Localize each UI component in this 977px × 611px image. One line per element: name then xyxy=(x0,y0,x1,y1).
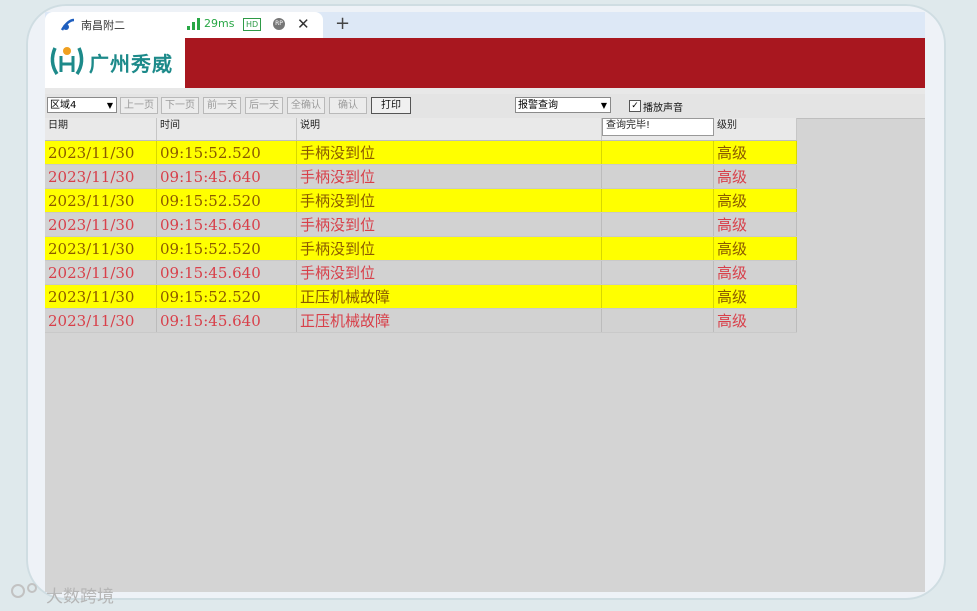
alarm-table: 日期 时间 说明 查询完毕! 级别 2023/11/30 09:15:52.520… xyxy=(45,118,797,333)
header-time[interactable]: 时间 xyxy=(157,118,297,140)
row-description: 正压机械故障 xyxy=(297,285,602,308)
row-time: 09:15:52.520 xyxy=(157,285,297,308)
row-date: 2023/11/30 xyxy=(45,237,157,260)
row-description: 手柄没到位 xyxy=(297,189,602,212)
row-description: 正压机械故障 xyxy=(297,309,602,332)
record-icon[interactable]: RP xyxy=(273,18,285,30)
row-date: 2023/11/30 xyxy=(45,261,157,284)
table-row[interactable]: 2023/11/30 09:15:45.640 正压机械故障 高级 xyxy=(45,309,797,333)
row-level: 高级 xyxy=(714,165,797,188)
table-row[interactable]: 2023/11/30 09:15:45.640 手柄没到位 高级 xyxy=(45,261,797,285)
table-row[interactable]: 2023/11/30 09:15:45.640 手柄没到位 高级 xyxy=(45,213,797,237)
row-description: 手柄没到位 xyxy=(297,237,602,260)
table-row[interactable]: 2023/11/30 09:15:45.640 手柄没到位 高级 xyxy=(45,165,797,189)
row-time: 09:15:45.640 xyxy=(157,213,297,236)
device-frame: 南昌附二 29ms HD RP ✕ + 广州秀威 区域4 ▼ 上一页 下一页 前… xyxy=(26,4,946,600)
row-blank xyxy=(602,213,714,236)
next-day-button[interactable]: 后一天 xyxy=(245,97,283,114)
row-time: 09:15:45.640 xyxy=(157,165,297,188)
confirm-all-button[interactable]: 全确认 xyxy=(287,97,325,114)
row-description: 手柄没到位 xyxy=(297,213,602,236)
browser-tab-active[interactable]: 南昌附二 29ms HD RP ✕ xyxy=(45,12,323,38)
query-select-value: 报警查询 xyxy=(518,100,558,111)
watermark-logo-icon xyxy=(11,583,37,598)
table-row[interactable]: 2023/11/30 09:15:52.520 手柄没到位 高级 xyxy=(45,141,797,165)
confirm-button[interactable]: 确认 xyxy=(329,97,367,114)
row-blank xyxy=(602,237,714,260)
row-date: 2023/11/30 xyxy=(45,213,157,236)
table-row[interactable]: 2023/11/30 09:15:52.520 手柄没到位 高级 xyxy=(45,237,797,261)
row-level: 高级 xyxy=(714,213,797,236)
logo-text: 广州秀威 xyxy=(89,52,173,76)
tab-title: 南昌附二 xyxy=(81,19,125,32)
row-description: 手柄没到位 xyxy=(297,165,602,188)
row-time: 09:15:52.520 xyxy=(157,237,297,260)
row-time: 09:15:52.520 xyxy=(157,141,297,164)
header-level[interactable]: 级别 xyxy=(714,118,797,140)
row-date: 2023/11/30 xyxy=(45,189,157,212)
chevron-down-icon: ▼ xyxy=(106,101,113,110)
watermark-text: 大数跨境 xyxy=(46,587,114,607)
row-date: 2023/11/30 xyxy=(45,285,157,308)
row-blank xyxy=(602,165,714,188)
row-time: 09:15:45.640 xyxy=(157,309,297,332)
row-blank xyxy=(602,141,714,164)
row-blank xyxy=(602,285,714,308)
header-date[interactable]: 日期 xyxy=(45,118,157,140)
ping-readout: 29ms xyxy=(204,17,235,30)
row-level: 高级 xyxy=(714,141,797,164)
row-date: 2023/11/30 xyxy=(45,141,157,164)
row-time: 09:15:52.520 xyxy=(157,189,297,212)
screen: 南昌附二 29ms HD RP ✕ + 广州秀威 区域4 ▼ 上一页 下一页 前… xyxy=(45,12,925,592)
hd-badge[interactable]: HD xyxy=(243,18,262,31)
row-date: 2023/11/30 xyxy=(45,165,157,188)
row-level: 高级 xyxy=(714,309,797,332)
logo: 广州秀威 xyxy=(45,38,185,88)
next-page-button[interactable]: 下一页 xyxy=(161,97,199,114)
chevron-down-icon: ▼ xyxy=(600,101,607,110)
row-level: 高级 xyxy=(714,261,797,284)
prev-page-button[interactable]: 上一页 xyxy=(120,97,158,114)
toolbar: 区域4 ▼ 上一页 下一页 前一天 后一天 全确认 确认 打印 报警查询 ▼ ✓… xyxy=(45,94,925,119)
header-desc[interactable]: 说明 xyxy=(297,118,602,140)
new-tab-button[interactable]: + xyxy=(335,13,350,34)
row-level: 高级 xyxy=(714,285,797,308)
row-blank xyxy=(602,309,714,332)
table-row[interactable]: 2023/11/30 09:15:52.520 正压机械故障 高级 xyxy=(45,285,797,309)
close-icon[interactable]: ✕ xyxy=(297,15,310,33)
area-select-value: 区域4 xyxy=(50,100,77,111)
row-time: 09:15:45.640 xyxy=(157,261,297,284)
play-sound-checkbox[interactable]: ✓ xyxy=(629,100,641,112)
table-row[interactable]: 2023/11/30 09:15:52.520 手柄没到位 高级 xyxy=(45,189,797,213)
row-description: 手柄没到位 xyxy=(297,141,602,164)
query-select[interactable]: 报警查询 ▼ xyxy=(515,97,611,113)
table-body: 2023/11/30 09:15:52.520 手柄没到位 高级 2023/11/30 0… xyxy=(45,141,797,333)
print-button[interactable]: 打印 xyxy=(371,97,411,114)
row-blank xyxy=(602,261,714,284)
row-level: 高级 xyxy=(714,189,797,212)
row-blank xyxy=(602,189,714,212)
company-logo-icon xyxy=(50,47,84,75)
row-level: 高级 xyxy=(714,237,797,260)
row-date: 2023/11/30 xyxy=(45,309,157,332)
table-header: 日期 时间 说明 查询完毕! 级别 xyxy=(45,118,797,141)
area-select[interactable]: 区域4 ▼ xyxy=(47,97,117,113)
signal-icon xyxy=(187,18,200,30)
query-status: 查询完毕! xyxy=(602,118,714,136)
prev-day-button[interactable]: 前一天 xyxy=(203,97,241,114)
row-description: 手柄没到位 xyxy=(297,261,602,284)
app-logo-icon xyxy=(60,18,75,31)
play-sound-label: 播放声音 xyxy=(643,103,683,114)
